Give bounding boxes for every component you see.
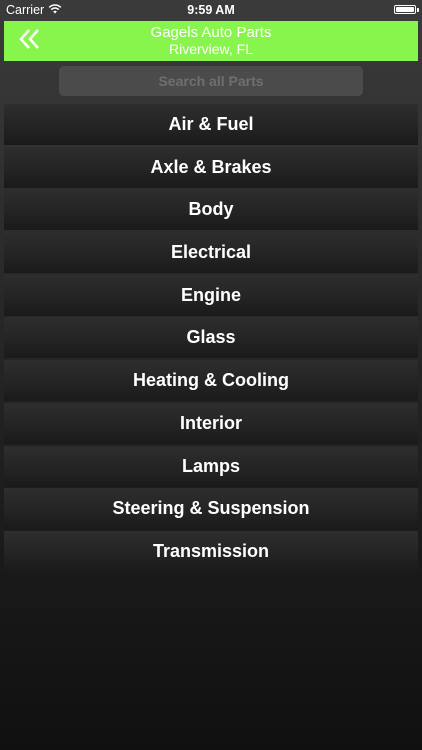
status-bar: Carrier 9:59 AM	[0, 0, 422, 20]
battery-icon	[394, 5, 419, 14]
header-title: Gagels Auto Parts	[150, 24, 272, 41]
category-engine[interactable]: Engine	[4, 274, 418, 316]
header-subtitle: Riverview, FL	[168, 41, 254, 57]
search-input[interactable]	[59, 66, 363, 96]
header-bar: Gagels Auto Parts Riverview, FL	[4, 21, 418, 61]
category-glass[interactable]: Glass	[4, 317, 418, 359]
category-steering-suspension[interactable]: Steering & Suspension	[4, 488, 418, 530]
status-time: 9:59 AM	[187, 3, 235, 17]
category-heating-cooling[interactable]: Heating & Cooling	[4, 360, 418, 402]
category-body[interactable]: Body	[4, 189, 418, 231]
category-air-fuel[interactable]: Air & Fuel	[4, 104, 418, 145]
category-electrical[interactable]: Electrical	[4, 232, 418, 274]
category-axle-brakes[interactable]: Axle & Brakes	[4, 146, 418, 188]
category-transmission[interactable]: Transmission	[4, 530, 418, 572]
category-interior[interactable]: Interior	[4, 402, 418, 444]
category-lamps[interactable]: Lamps	[4, 445, 418, 487]
category-list: Air & Fuel Axle & Brakes Body Electrical…	[4, 104, 418, 574]
